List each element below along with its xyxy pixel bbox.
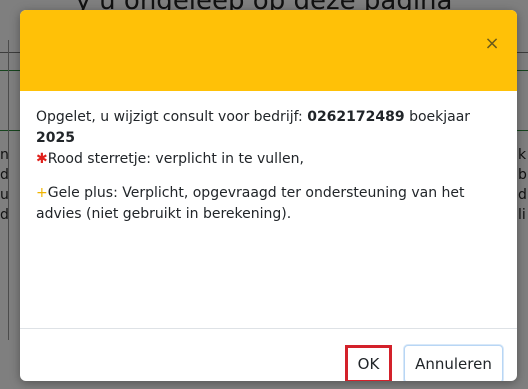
warning-year-label: boekjaar [404, 109, 471, 125]
company-number: 0262172489 [307, 109, 405, 125]
required-legend: ✱Rood sterretje: verplicht in te vullen, [36, 149, 506, 170]
modal-footer: OK Annuleren [20, 328, 517, 381]
fiscal-year: 2025 [36, 130, 75, 146]
required-legend-text: Rood sterretje: verplicht in te vullen, [47, 151, 304, 167]
required-star-icon: ✱ [36, 151, 48, 167]
confirmation-modal: × Opgelet, u wijzigt consult voor bedrij… [20, 10, 517, 381]
cancel-button[interactable]: Annuleren [404, 345, 503, 381]
modal-header: × [20, 10, 517, 91]
optional-legend: +Gele plus: Verplicht, opgevraagd ter on… [36, 183, 506, 225]
close-icon[interactable]: × [481, 32, 503, 54]
ok-button[interactable]: OK [345, 345, 392, 381]
warning-message: Opgelet, u wijzigt consult voor bedrijf:… [36, 107, 506, 149]
warning-prefix: Opgelet, u wijzigt consult voor bedrijf: [36, 109, 308, 125]
plus-icon: + [36, 185, 48, 201]
modal-body: Opgelet, u wijzigt consult voor bedrijf:… [36, 107, 506, 225]
optional-legend-text: Gele plus: Verplicht, opgevraagd ter ond… [36, 185, 465, 222]
